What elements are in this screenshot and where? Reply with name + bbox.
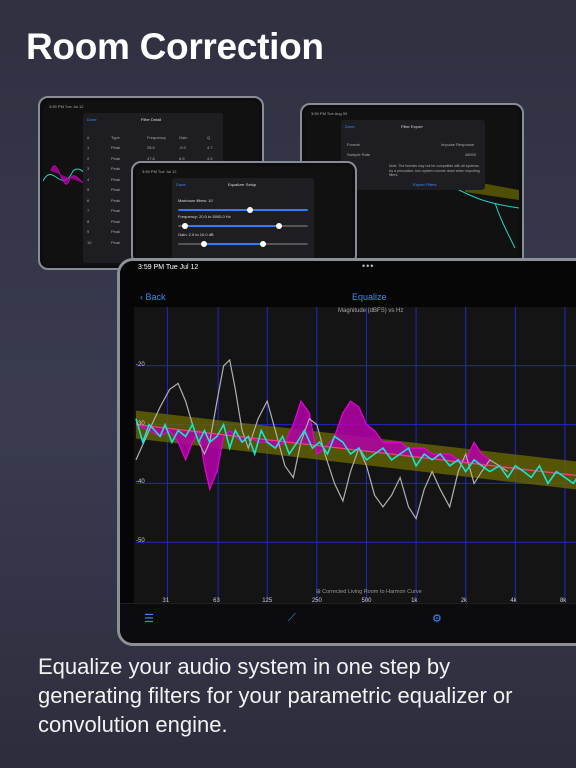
table-cell: Peak [111,208,121,213]
table-cell: 8 [87,218,90,224]
export-note: Note: The formats may not be compatible … [389,164,480,177]
gain-max-knob[interactable] [259,241,266,247]
table-cell: 47.8 [147,155,155,161]
format-value[interactable]: Impulse Response [441,142,474,147]
done-button[interactable]: Done [176,182,186,187]
table-cell: 28.5 [147,145,155,150]
table-cell: 10 [87,239,92,245]
rate-label: Sample Rate [347,152,371,157]
screen: 3:59 PM Tue Jul 12 ••• 10 ‹ Back Equaliz… [120,261,576,643]
modal-title: Filter Detail [141,117,162,122]
list-icon[interactable]: ☰ [144,612,154,625]
caption: Equalize your audio system in one step b… [38,654,513,737]
column-header: Gain [179,135,188,140]
y-tick-label: -50 [136,538,145,545]
table-cell: Peak [111,197,121,203]
export-filters-button[interactable]: Export Filters [413,182,437,187]
settings-icon[interactable]: ⚙ [432,612,442,625]
column-header: Frequency [147,135,166,140]
status-time: 3:59 PM Tue Jul 12 [142,169,177,174]
table-cell: 2 [87,155,90,161]
bottom-toolbar: ☰ ⟋ ⚙ [120,603,576,643]
frequency-slider[interactable] [178,223,308,229]
table-cell: Peak [111,145,121,150]
table-cell: 5 [87,187,90,192]
ipad-equalizer-setup: 3:59 PM Tue Jul 12 Done Equalizer Setup … [131,161,357,265]
table-cell: Peak [111,166,121,171]
format-label: Format [347,142,360,147]
frequency-min-knob[interactable] [181,223,188,229]
frequency-max-knob[interactable] [276,223,283,229]
table-cell: Peak [111,239,121,245]
rate-value[interactable]: 48000 [465,152,476,157]
done-button[interactable]: Done [345,124,355,129]
gain-label: Gain: 2.0 to 10.0 dB [178,232,214,237]
table-cell: 6.6 [179,155,185,161]
y-tick-label: -30 [136,420,145,427]
ipad-equalize: 3:59 PM Tue Jul 12 ••• 10 ‹ Back Equaliz… [117,258,576,646]
curve-label[interactable]: ⊞ Corrected Living Room to Harmon Curve [316,589,422,595]
column-header: Q [207,135,211,140]
frequency-label: Frequency: 20.0 to 5000.0 Hz [178,214,231,219]
table-cell: 4.7 [207,145,213,150]
done-button[interactable]: Done [87,117,97,122]
table-cell: Peak [111,229,121,234]
chart-title: Magnitude (dBFS) vs Hz [338,308,404,314]
gain-slider[interactable] [178,241,308,247]
max-filters-label: Maximum filters: 10 [178,198,213,203]
equalizer-setup-modal: Done Equalizer Setup Maximum filters: 10… [172,178,314,260]
table-cell: 1 [87,145,90,150]
table-cell: Peak [111,187,121,192]
table-cell: Peak [111,155,121,161]
modal-title: Equalizer Setup [228,182,257,187]
table-cell: Peak [111,218,121,224]
table-cell: 7 [87,208,90,213]
headline: Room Correction [26,26,324,67]
max-filters-slider[interactable] [178,207,308,213]
table-cell: 4.5 [207,155,213,161]
filter-export-modal: Done Filter Export Format Impulse Respon… [341,120,485,190]
column-header: Type [111,135,120,140]
table-cell: 4 [87,176,90,182]
y-tick-label: -20 [136,361,145,368]
max-filters-knob[interactable] [246,207,253,213]
chart-icon[interactable]: ⟋ [288,612,296,625]
screen: 3:59 PM Tue Jul 12 Done Equalizer Setup … [136,166,352,260]
gain-min-knob[interactable] [201,241,207,247]
table-cell: -5.0 [179,145,186,150]
column-header: # [87,135,90,140]
table-cell: 6 [87,197,90,203]
modal-title: Filter Export [401,124,423,129]
table-cell: 3 [87,166,90,171]
y-tick-label: -40 [136,479,145,486]
table-cell: 9 [87,229,90,234]
table-cell: Peak [111,176,121,182]
